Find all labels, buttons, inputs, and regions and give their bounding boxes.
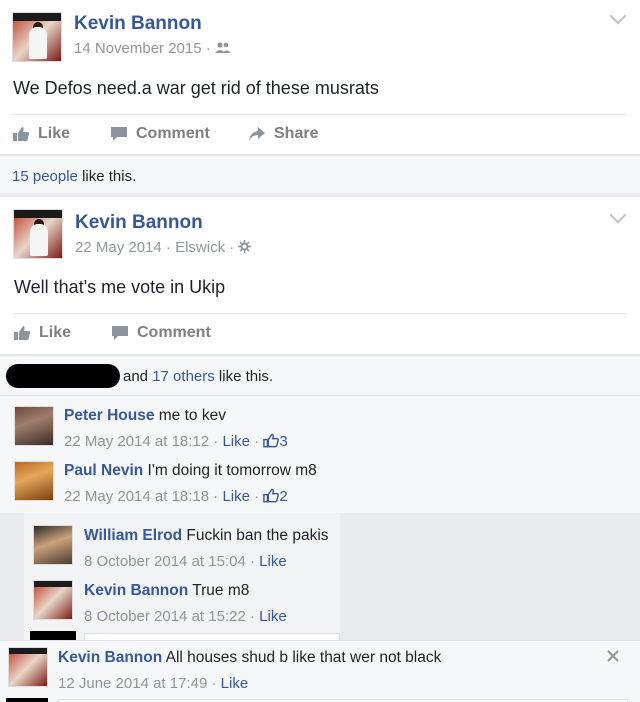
- comment-author[interactable]: Kevin Bannon: [58, 649, 162, 666]
- close-icon[interactable]: [606, 649, 620, 663]
- reply-author[interactable]: William Elrod: [84, 527, 182, 544]
- chevron-down-icon[interactable]: [609, 206, 627, 224]
- reply-author[interactable]: Kevin Bannon: [84, 582, 188, 599]
- avatar[interactable]: [8, 647, 48, 687]
- reply-meta: 8 October 2014 at 15:22 · Like: [84, 608, 287, 625]
- reply-like-link[interactable]: Like: [259, 553, 287, 570]
- comment: Kevin Bannon All houses shud b like that…: [58, 649, 442, 666]
- like-count-icon: [263, 488, 280, 503]
- post-text: We Defos need.a war get rid of these mus…: [13, 78, 379, 98]
- comment-button[interactable]: Comment: [110, 125, 210, 143]
- post-author[interactable]: Kevin Bannon: [74, 13, 202, 35]
- post-author[interactable]: Kevin Bannon: [75, 212, 203, 234]
- comment-button[interactable]: Comment: [111, 324, 211, 342]
- post-place[interactable]: Elswick: [175, 239, 225, 256]
- post-text: Well that's me vote in Ukip: [14, 277, 226, 297]
- post-card-1: Kevin Bannon 14 November 2015 · We Defos…: [0, 0, 640, 154]
- overlay-comment: Kevin Bannon All houses shud b like that…: [0, 640, 640, 702]
- thumbs-up-icon: [14, 326, 31, 340]
- post-date[interactable]: 22 May 2014: [75, 239, 162, 256]
- avatar[interactable]: [14, 461, 54, 501]
- post-meta: 22 May 2014 · Elswick ·: [75, 239, 252, 256]
- reply-like-link[interactable]: Like: [259, 608, 287, 625]
- likes-summary: and 17 others like this.: [123, 368, 274, 385]
- comment-like-link[interactable]: Like: [222, 488, 250, 505]
- friends-icon: [214, 42, 231, 53]
- avatar[interactable]: [12, 12, 62, 62]
- comment-icon: [111, 127, 127, 141]
- like-count-icon: [263, 433, 280, 448]
- comment-like-link[interactable]: Like: [222, 433, 250, 450]
- avatar[interactable]: [33, 580, 73, 620]
- post-card-2: Kevin Bannon 22 May 2014 · Elswick · Wel…: [0, 197, 640, 354]
- avatar[interactable]: [33, 525, 73, 565]
- chevron-down-icon[interactable]: [609, 7, 627, 25]
- gear-icon: [238, 240, 252, 253]
- reply-input-edge: [30, 631, 76, 640]
- thumbs-up-icon: [13, 127, 30, 141]
- comment-meta: 22 May 2014 at 18:18 · Like · 2: [64, 488, 288, 505]
- replies-section: William Elrod Fuckin ban the pakis 8 Oct…: [24, 513, 340, 641]
- share-button[interactable]: Share: [248, 125, 318, 143]
- comment-icon: [112, 326, 128, 340]
- comment-meta: 12 June 2014 at 17:49 · Like: [58, 675, 249, 692]
- redacted-name: [6, 364, 120, 388]
- likes-summary: 15 people like this.: [0, 155, 640, 193]
- comment: Paul Nevin I'm doing it tomorrow m8: [64, 462, 317, 479]
- comment-author[interactable]: Paul Nevin: [64, 462, 143, 479]
- likes-count-link[interactable]: 15 people: [12, 168, 78, 185]
- reply-meta: 8 October 2014 at 15:04 · Like: [84, 553, 287, 570]
- comment: Peter House me to kev: [64, 407, 226, 424]
- post-meta: 14 November 2015 ·: [74, 40, 231, 57]
- reply: William Elrod Fuckin ban the pakis: [84, 527, 329, 544]
- comment-meta: 22 May 2014 at 18:12 · Like · 3: [64, 433, 288, 450]
- like-button[interactable]: Like: [12, 125, 70, 143]
- like-button[interactable]: Like: [13, 324, 71, 342]
- likes-others-link[interactable]: 17 others: [152, 368, 215, 385]
- avatar[interactable]: [14, 406, 54, 446]
- avatar[interactable]: [13, 209, 63, 259]
- comments-section: and 17 others like this. Peter House me …: [0, 355, 640, 513]
- reply: Kevin Bannon True m8: [84, 582, 250, 599]
- share-icon: [249, 127, 265, 141]
- comment-author[interactable]: Peter House: [64, 407, 154, 424]
- post-date[interactable]: 14 November 2015: [74, 40, 202, 57]
- comment-like-link[interactable]: Like: [221, 675, 249, 692]
